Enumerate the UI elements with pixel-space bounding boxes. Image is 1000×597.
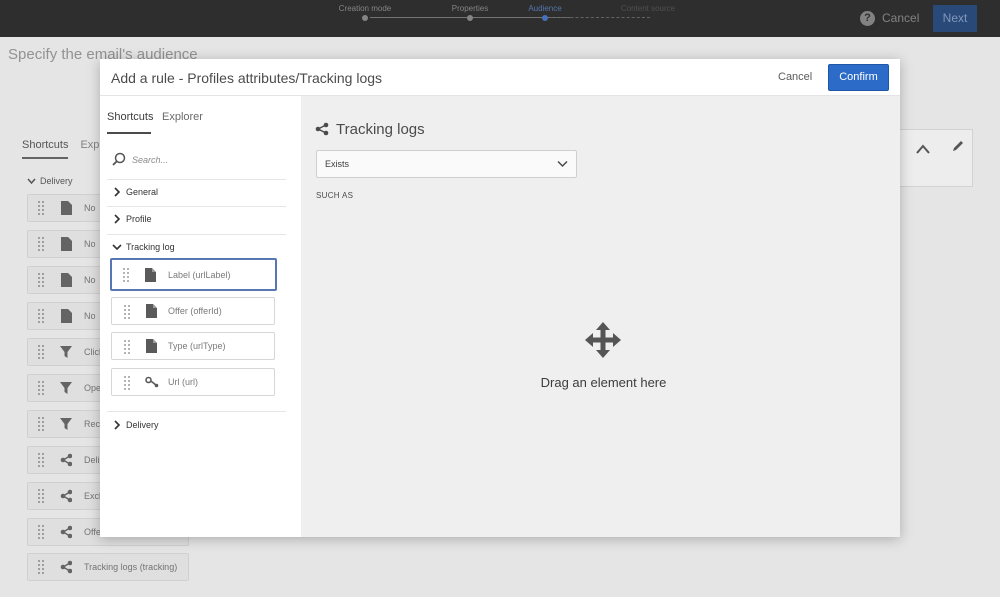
- divider: [107, 179, 286, 180]
- move-icon: [585, 322, 621, 358]
- field-url[interactable]: Url (url): [111, 368, 275, 396]
- document-icon: [146, 339, 157, 353]
- field-label: Url (url): [168, 377, 198, 387]
- chevron-down-icon: [112, 244, 122, 251]
- chevron-right-icon: [114, 187, 121, 197]
- search-box: [112, 152, 282, 168]
- operator-select[interactable]: Exists: [316, 150, 577, 178]
- divider: [107, 234, 286, 235]
- divider: [107, 206, 286, 207]
- field-palette: Shortcuts Explorer General Profile Track…: [100, 96, 301, 537]
- document-icon: [145, 268, 156, 282]
- chevron-down-icon: [557, 160, 568, 168]
- chevron-right-icon: [114, 214, 121, 224]
- field-offer-id[interactable]: Offer (offerId): [111, 297, 275, 325]
- field-label: Offer (offerId): [168, 306, 222, 316]
- category-label: General: [126, 187, 159, 197]
- field-url-type[interactable]: Type (urlType): [111, 332, 275, 360]
- category-label: Tracking log: [126, 242, 175, 252]
- chevron-right-icon: [114, 420, 121, 430]
- such-as-label: SUCH AS: [316, 191, 354, 200]
- rule-title: Tracking logs: [336, 121, 425, 138]
- drag-handle[interactable]: [123, 268, 129, 282]
- field-label: Type (urlType): [168, 341, 226, 351]
- active-tab-indicator: [107, 132, 151, 134]
- add-rule-dialog: Add a rule - Profiles attributes/Trackin…: [100, 59, 900, 537]
- document-icon: [146, 304, 157, 318]
- rule-editor: Tracking logs Exists SUCH AS Drag an ele…: [301, 96, 900, 537]
- search-input[interactable]: [132, 152, 272, 167]
- tab-shortcuts[interactable]: Shortcuts: [107, 111, 153, 123]
- field-label: Label (urlLabel): [168, 270, 231, 280]
- dialog-title: Add a rule - Profiles attributes/Trackin…: [111, 70, 383, 86]
- divider: [107, 411, 286, 412]
- dialog-cancel-button[interactable]: Cancel: [778, 71, 812, 83]
- share-link-icon: [315, 122, 329, 136]
- drop-zone-text: Drag an element here: [540, 375, 667, 390]
- tab-explorer[interactable]: Explorer: [162, 111, 203, 123]
- drag-handle[interactable]: [124, 305, 130, 319]
- field-url-label[interactable]: Label (urlLabel): [110, 258, 277, 291]
- category-label: Delivery: [126, 420, 159, 430]
- operator-value: Exists: [325, 159, 350, 169]
- search-icon: [112, 152, 126, 166]
- drag-handle[interactable]: [124, 340, 130, 354]
- drop-zone[interactable]: Drag an element here: [501, 321, 706, 421]
- drag-handle[interactable]: [124, 376, 130, 390]
- confirm-button[interactable]: Confirm: [828, 64, 889, 91]
- dialog-header: Add a rule - Profiles attributes/Trackin…: [100, 59, 900, 96]
- link-key-icon: [145, 376, 159, 388]
- category-label: Profile: [126, 214, 152, 224]
